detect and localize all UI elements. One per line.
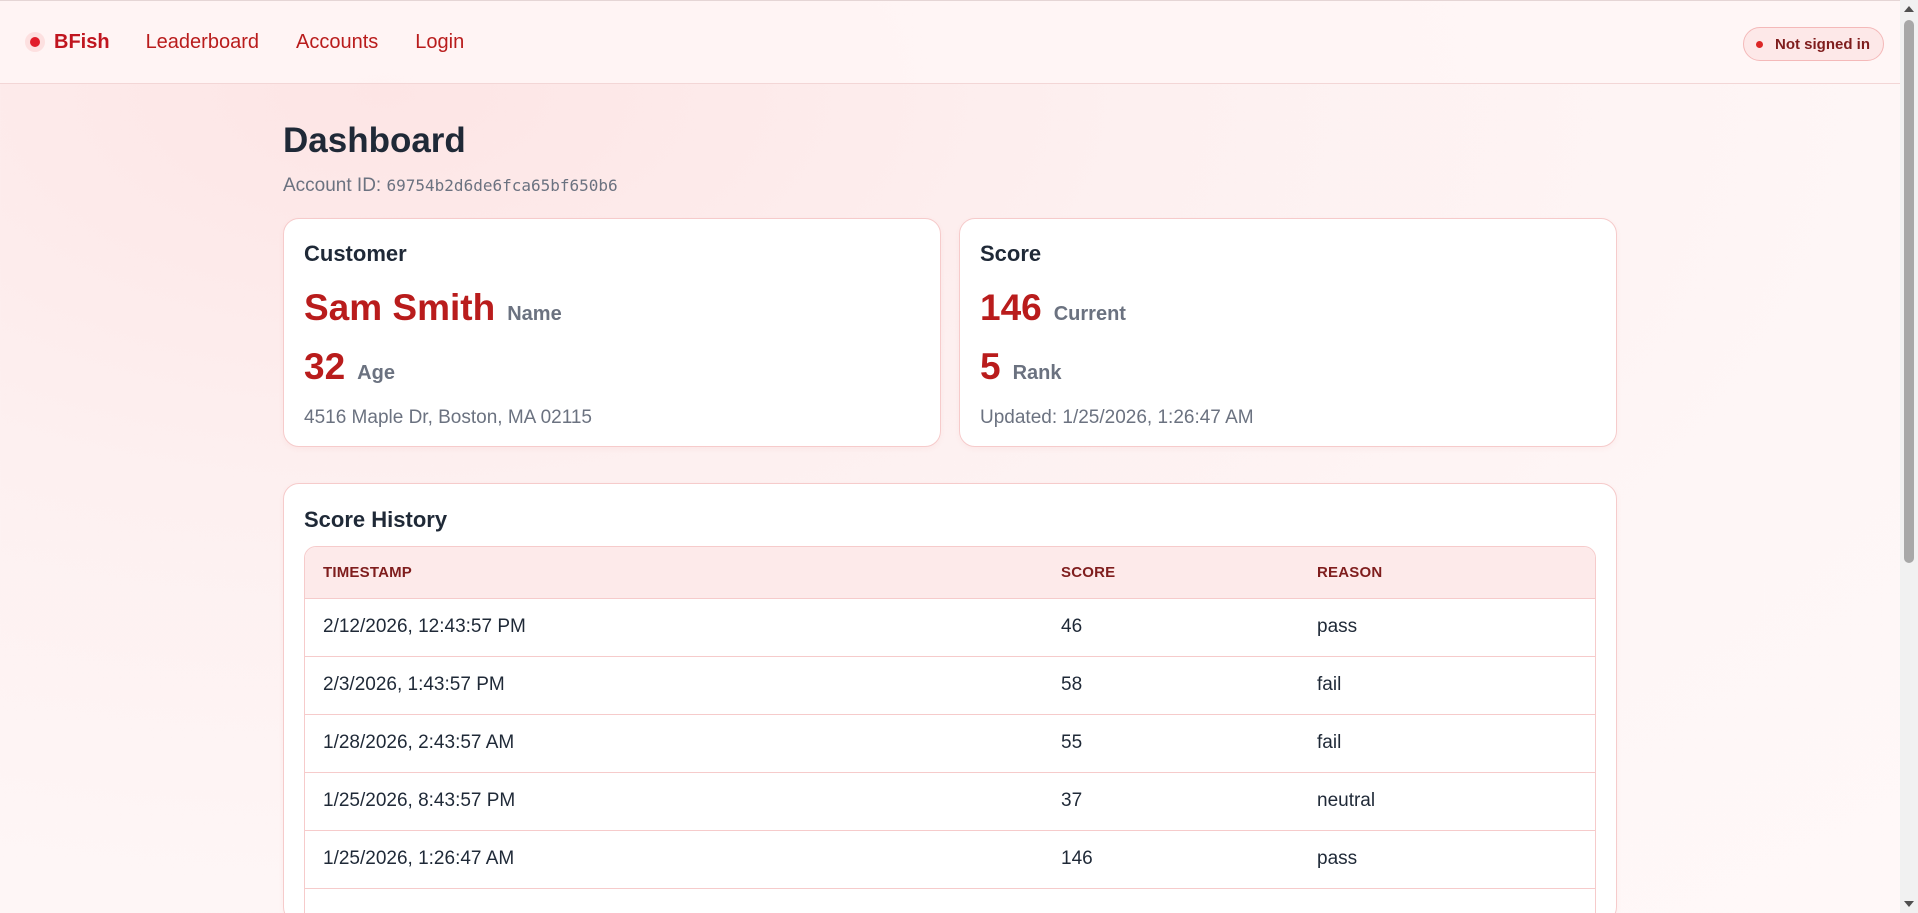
nav-link-accounts[interactable]: Accounts xyxy=(296,31,378,54)
cell-score: 58 xyxy=(1043,655,1299,714)
customer-card-title: Customer xyxy=(304,240,407,266)
brand-name: BFish xyxy=(54,30,110,53)
cell-score: 46 xyxy=(1043,597,1299,656)
score-current-value: 146 xyxy=(980,286,1042,328)
customer-address: 4516 Maple Dr, Boston, MA 02115 xyxy=(304,406,592,428)
cell-reason: fail xyxy=(1299,655,1595,714)
nav-link-leaderboard[interactable]: Leaderboard xyxy=(146,31,259,54)
scrollbar-thumb[interactable] xyxy=(1904,20,1914,563)
score-rank-label: Rank xyxy=(1012,361,1062,384)
score-history-table-container: TIMESTAMP SCORE REASON 2/12/2026, 12:43:… xyxy=(304,545,1596,913)
customer-age-label: Age xyxy=(357,361,395,384)
customer-age-value: 32 xyxy=(304,345,346,387)
table-row: 1/28/2026, 2:43:57 AM 55 fail xyxy=(305,713,1595,772)
cell-timestamp: 1/25/2026, 1:26:47 AM xyxy=(305,829,1043,888)
column-header-timestamp: TIMESTAMP xyxy=(305,546,1043,598)
cell-timestamp: 1/25/2026, 8:43:57 PM xyxy=(305,771,1043,830)
cell-empty xyxy=(1299,887,1595,913)
table-row: 2/12/2026, 12:43:57 PM 46 pass xyxy=(305,597,1595,656)
cell-score: 37 xyxy=(1043,771,1299,830)
auth-status-badge: Not signed in xyxy=(1743,27,1884,61)
score-history-table: TIMESTAMP SCORE REASON 2/12/2026, 12:43:… xyxy=(305,546,1595,913)
score-card-title: Score xyxy=(980,240,1042,266)
cell-timestamp: 2/3/2026, 1:43:57 PM xyxy=(305,655,1043,714)
customer-card: Customer Sam Smith Name 32 Age 4516 Mapl… xyxy=(283,217,941,447)
cell-reason: pass xyxy=(1299,597,1595,656)
column-header-score: SCORE xyxy=(1043,546,1299,598)
table-row-partial xyxy=(305,887,1595,913)
cell-timestamp: 1/28/2026, 2:43:57 AM xyxy=(305,713,1043,772)
status-dot-icon xyxy=(1756,40,1763,48)
summary-cards: Customer Sam Smith Name 32 Age 4516 Mapl… xyxy=(283,217,1618,447)
column-header-reason: REASON xyxy=(1299,546,1595,598)
score-history-card: Score History TIMESTAMP SCORE REASON 2/1… xyxy=(283,482,1617,913)
brand-dot-icon xyxy=(30,37,40,47)
customer-age-row: 32 Age xyxy=(304,348,920,385)
scroll-up-arrow-icon[interactable] xyxy=(1904,6,1914,12)
cell-timestamp: 2/12/2026, 12:43:57 PM xyxy=(305,597,1043,656)
cell-empty xyxy=(305,887,1043,913)
cell-reason: pass xyxy=(1299,829,1595,888)
cell-reason: fail xyxy=(1299,713,1595,772)
table-header-row: TIMESTAMP SCORE REASON xyxy=(305,546,1595,598)
score-history-title: Score History xyxy=(304,506,448,532)
score-card: Score 146 Current 5 Rank Updated: 1/25/2… xyxy=(959,217,1617,447)
table-row: 1/25/2026, 8:43:57 PM 37 neutral xyxy=(305,771,1595,830)
score-rank-value: 5 xyxy=(980,345,1001,387)
brand-logo-link[interactable]: BFish xyxy=(30,31,110,54)
auth-status-text: Not signed in xyxy=(1775,35,1870,53)
page-scrollbar[interactable] xyxy=(1900,0,1918,913)
score-current-row: 146 Current xyxy=(980,289,1596,326)
account-id-value: 69754b2d6de6fca65bf650b6 xyxy=(386,175,618,195)
customer-name-label: Name xyxy=(507,302,562,325)
cell-reason: neutral xyxy=(1299,771,1595,830)
customer-name-row: Sam Smith Name xyxy=(304,289,920,326)
table-row: 1/25/2026, 1:26:47 AM 146 pass xyxy=(305,829,1595,888)
top-nav-bar: BFish Leaderboard Accounts Login Not sig… xyxy=(0,0,1900,84)
score-updated-timestamp: Updated: 1/25/2026, 1:26:47 AM xyxy=(980,406,1254,428)
customer-name-value: Sam Smith xyxy=(304,286,496,328)
cell-empty xyxy=(1043,887,1299,913)
account-id-label: Account ID: xyxy=(283,174,382,196)
main-content: Dashboard Account ID: 69754b2d6de6fca65b… xyxy=(283,84,1618,913)
score-rank-row: 5 Rank xyxy=(980,348,1596,385)
cell-score: 55 xyxy=(1043,713,1299,772)
cell-score: 146 xyxy=(1043,829,1299,888)
score-current-label: Current xyxy=(1053,302,1126,325)
page-title: Dashboard xyxy=(283,121,466,160)
account-id-line: Account ID: 69754b2d6de6fca65bf650b6 xyxy=(283,175,1618,197)
nav-link-login[interactable]: Login xyxy=(415,31,464,54)
scroll-down-arrow-icon[interactable] xyxy=(1904,901,1914,907)
table-row: 2/3/2026, 1:43:57 PM 58 fail xyxy=(305,655,1595,714)
